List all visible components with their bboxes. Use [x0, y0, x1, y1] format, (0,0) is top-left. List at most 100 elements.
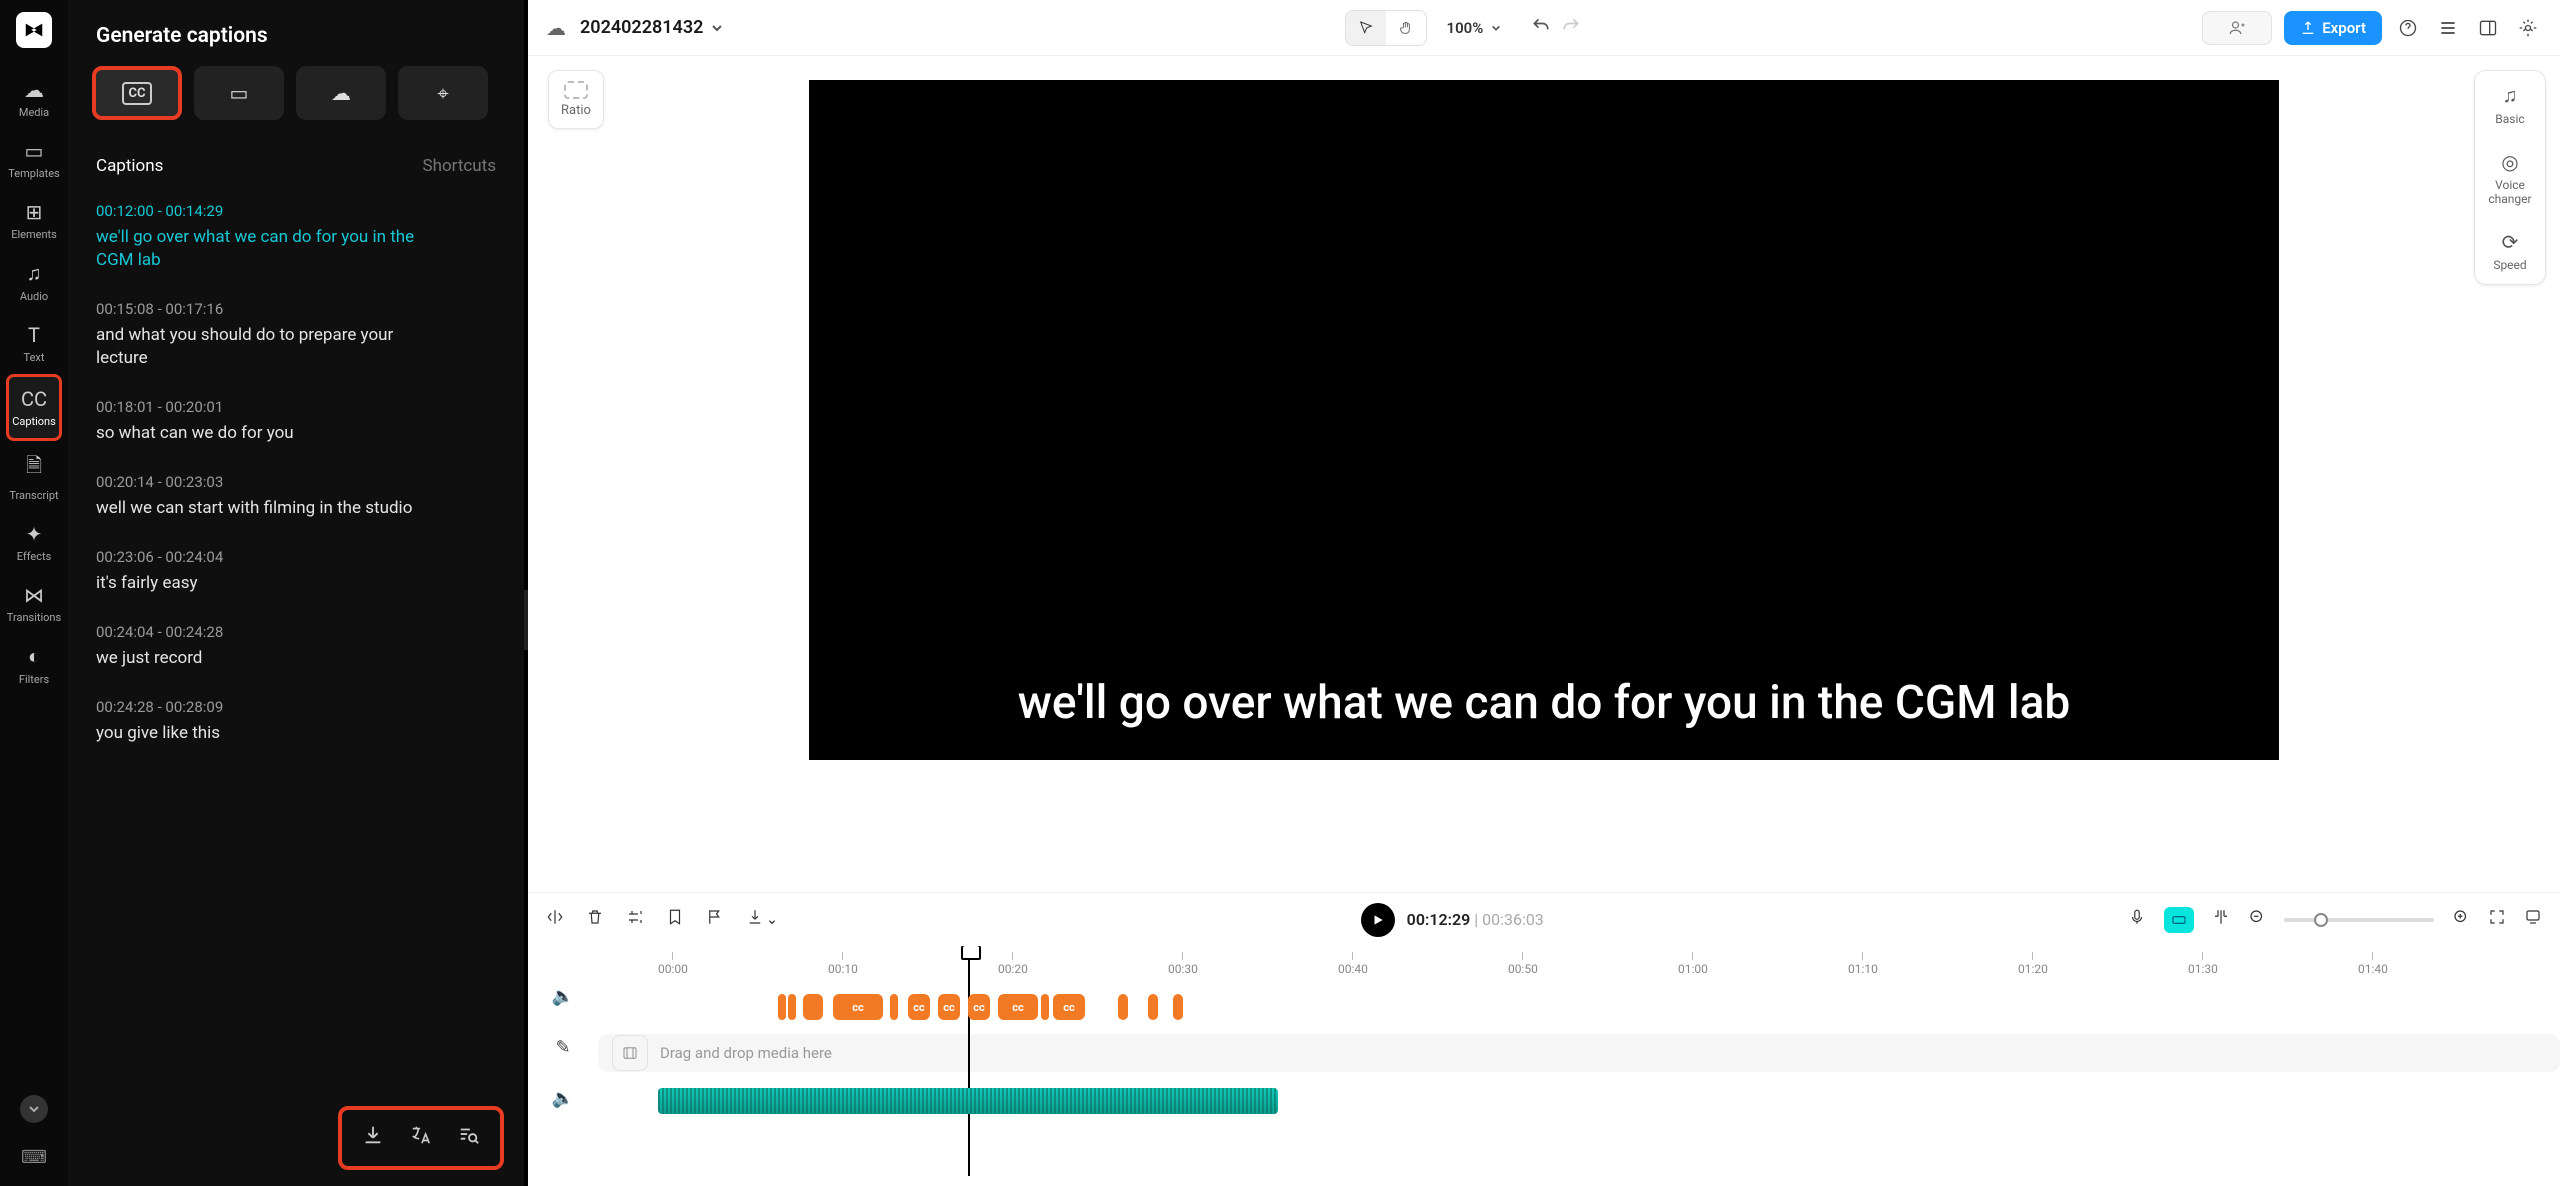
add-media-button[interactable] — [612, 1035, 648, 1071]
audio-track[interactable] — [658, 1088, 2560, 1116]
caption-time: 00:24:28 - 00:28:09 — [96, 698, 496, 716]
ruler-tick: 00:50 — [1508, 952, 1538, 976]
audio-clip[interactable] — [658, 1088, 1278, 1114]
translate-captions-button[interactable] — [410, 1124, 432, 1152]
project-name[interactable]: 202402281432 — [580, 17, 723, 38]
share-collab-button[interactable] — [2202, 11, 2272, 45]
search-list-icon — [458, 1124, 480, 1146]
rail-item-elements[interactable]: ⊞Elements — [6, 190, 62, 251]
rail-item-transitions[interactable]: ⋈Transitions — [6, 573, 62, 634]
zoom-in-icon — [2452, 908, 2470, 926]
zoom-in-button[interactable] — [2452, 908, 2470, 931]
history-button[interactable] — [2434, 14, 2462, 42]
keyboard-shortcuts-button[interactable]: ⌨ — [21, 1147, 47, 1168]
caption-item[interactable]: 00:24:28 - 00:28:09you give like this — [68, 684, 524, 759]
more-button[interactable] — [20, 1095, 48, 1123]
download-icon — [362, 1124, 384, 1146]
search-captions-button[interactable] — [458, 1124, 480, 1152]
settings-button[interactable] — [2514, 14, 2542, 42]
layout-toggle-button[interactable] — [2474, 14, 2502, 42]
ratio-button[interactable]: Ratio — [548, 70, 604, 129]
expand-panel-icon — [2524, 908, 2542, 926]
ruler-tick: 01:20 — [2018, 952, 2048, 976]
download-dropdown[interactable] — [746, 908, 776, 931]
zoom-out-button[interactable] — [2248, 908, 2266, 931]
auto-captions-button[interactable]: CC — [92, 66, 182, 120]
split-button[interactable] — [546, 908, 564, 931]
track-audio-toggle[interactable]: 🔈 — [552, 986, 574, 1007]
playhead[interactable] — [968, 946, 970, 1176]
caption-item[interactable]: 00:15:08 - 00:17:16and what you should d… — [68, 286, 524, 384]
ratio-icon — [564, 81, 588, 99]
inspector-voice-changer[interactable]: ◎Voice changer — [2475, 138, 2545, 218]
expand-button[interactable] — [2524, 908, 2542, 931]
track-audio2-toggle[interactable]: 🔈 — [552, 1088, 574, 1109]
video-track[interactable]: Drag and drop media here — [598, 1034, 2560, 1072]
caption-clip[interactable]: cc — [938, 994, 960, 1020]
caption-clip[interactable] — [1173, 994, 1183, 1020]
inspector-basic[interactable]: ♫Basic — [2475, 71, 2545, 138]
caption-item[interactable]: 00:24:04 - 00:24:28we just record — [68, 609, 524, 684]
caption-item[interactable]: 00:18:01 - 00:20:01so what can we do for… — [68, 384, 524, 459]
caption-clip[interactable]: cc — [968, 994, 990, 1020]
auto-captions-toggle[interactable] — [2164, 907, 2194, 933]
caption-clip[interactable] — [1148, 994, 1158, 1020]
rail-item-filters[interactable]: ◐Filters — [6, 634, 62, 696]
mic-button[interactable] — [2128, 908, 2146, 931]
caption-track[interactable]: cccccccccccc — [658, 992, 2560, 1024]
zoom-dropdown[interactable]: 100% — [1447, 19, 1502, 37]
zoom-slider[interactable] — [2284, 918, 2434, 922]
download-captions-button[interactable] — [362, 1124, 384, 1152]
caption-clip[interactable] — [1041, 994, 1049, 1020]
shortcuts-link[interactable]: Shortcuts — [423, 156, 497, 176]
caption-clip[interactable]: cc — [1053, 994, 1085, 1020]
caption-item[interactable]: 00:20:14 - 00:23:03well we can start wit… — [68, 459, 524, 534]
rail-item-media[interactable]: ☁Media — [6, 68, 62, 129]
export-button[interactable]: Export — [2284, 11, 2382, 45]
play-button[interactable] — [1361, 903, 1395, 937]
select-tool[interactable] — [1346, 11, 1386, 45]
rail-item-audio[interactable]: ♫Audio — [6, 251, 62, 313]
undo-button[interactable] — [1531, 16, 1551, 40]
fit-button[interactable] — [2488, 908, 2506, 931]
caption-clip[interactable]: cc — [908, 994, 930, 1020]
cloud-sync-icon[interactable]: ☁ — [546, 16, 566, 40]
app-logo[interactable] — [16, 12, 52, 48]
rail-item-captions[interactable]: CCCaptions — [6, 374, 62, 441]
track-edit-toggle[interactable]: ✎ — [555, 1037, 570, 1058]
manual-captions-button[interactable]: ▭ — [194, 66, 284, 120]
caption-clip[interactable] — [778, 994, 786, 1020]
caption-clip[interactable] — [890, 994, 898, 1020]
video-canvas[interactable]: we'll go over what we can do for you in … — [809, 80, 2279, 760]
scan-icon: ⌖ — [437, 81, 448, 105]
transcript-icon: 🗎 — [6, 451, 62, 485]
cursor-mode-group — [1345, 10, 1427, 46]
hand-tool[interactable] — [1386, 11, 1426, 45]
caption-clip[interactable]: cc — [833, 994, 883, 1020]
delete-button[interactable] — [586, 908, 604, 931]
flag-button[interactable] — [706, 908, 724, 931]
rail-item-text[interactable]: TText — [6, 313, 62, 374]
caption-clip[interactable]: cc — [998, 994, 1038, 1020]
help-button[interactable] — [2394, 14, 2422, 42]
rail-item-effects[interactable]: ✦Effects — [6, 512, 62, 573]
caption-toggle-icon — [2171, 912, 2187, 928]
rail-item-templates[interactable]: ▭Templates — [6, 129, 62, 190]
caption-item[interactable]: 00:23:06 - 00:24:04it's fairly easy — [68, 534, 524, 609]
caption-clip[interactable] — [788, 994, 796, 1020]
panel-icon — [2478, 18, 2498, 38]
marker-button[interactable] — [666, 908, 684, 931]
inspector-speed[interactable]: ⟳Speed — [2475, 218, 2545, 284]
zoom-slider-thumb[interactable] — [2314, 913, 2328, 927]
timeline-ruler[interactable]: 00:0000:1000:2000:3000:4000:5001:0001:10… — [658, 952, 2560, 982]
caption-item[interactable]: 00:12:00 - 00:14:29we'll go over what we… — [68, 188, 524, 286]
crop-button[interactable] — [626, 908, 644, 931]
redo-button[interactable] — [1561, 16, 1581, 40]
scan-captions-button[interactable]: ⌖ — [398, 66, 488, 120]
rail-item-transcript[interactable]: 🗎Transcript — [6, 441, 62, 512]
magnet-button[interactable] — [2212, 908, 2230, 931]
caption-clip[interactable] — [1118, 994, 1128, 1020]
caption-clip[interactable] — [803, 994, 823, 1020]
upload-captions-button[interactable]: ☁ — [296, 66, 386, 120]
mic-icon — [2128, 908, 2146, 926]
